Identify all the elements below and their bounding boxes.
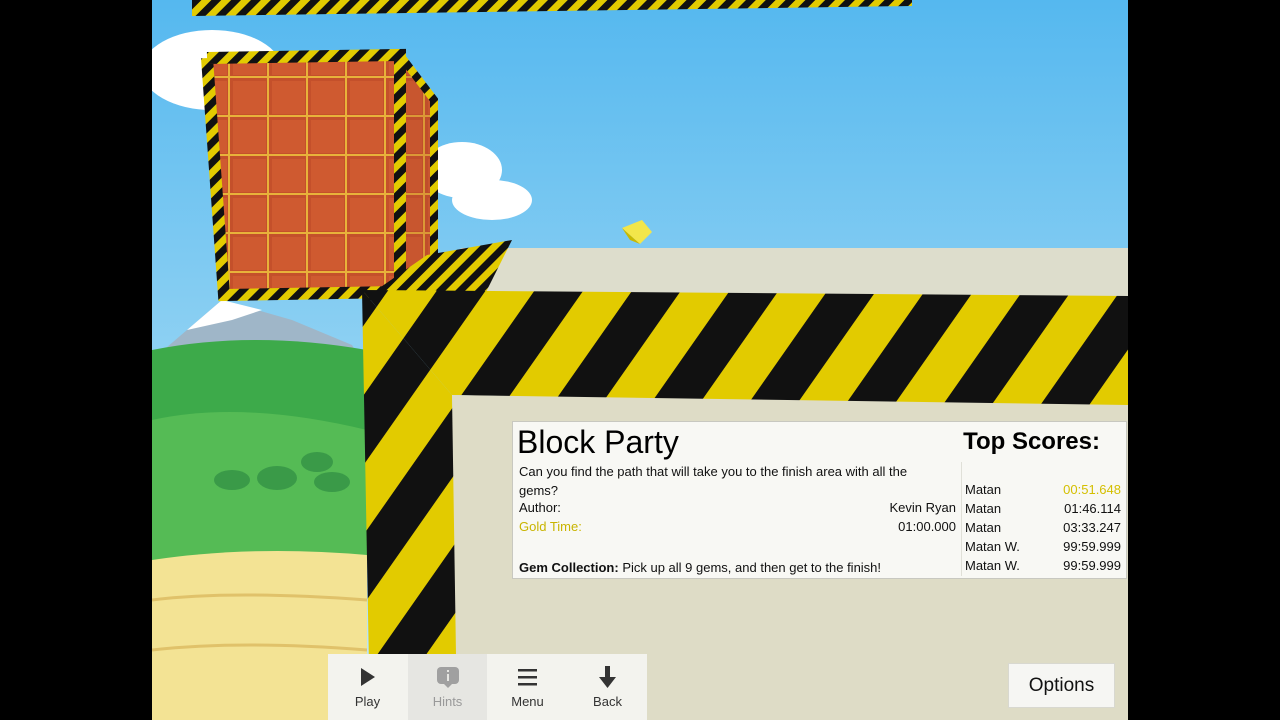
game-viewport	[152, 0, 1128, 720]
gold-time-value: 01:00.000	[898, 519, 956, 534]
brick-block	[201, 48, 438, 302]
menu-button[interactable]: Menu	[488, 654, 567, 720]
gold-time-label: Gold Time:	[519, 519, 582, 534]
level-description: Can you find the path that will take you…	[519, 464, 908, 498]
menu-label: Menu	[511, 694, 544, 709]
score-row: Matan 00:51.648	[965, 482, 1121, 501]
score-row: Matan 01:46.114	[965, 501, 1121, 520]
author-name: Kevin Ryan	[889, 500, 956, 515]
score-time: 99:59.999	[1063, 558, 1121, 573]
author-row: Author: Kevin Ryan	[519, 500, 956, 515]
level-title: Block Party	[517, 424, 679, 460]
back-button[interactable]: Back	[568, 654, 647, 720]
gem-collection-row: Gem Collection: Pick up all 9 gems, and …	[519, 560, 881, 575]
score-row: Matan 03:33.247	[965, 520, 1121, 539]
score-name: Matan W.	[965, 558, 1020, 573]
bottom-toolbar: Play Hints Menu Back	[328, 654, 647, 720]
score-name: Matan	[965, 501, 1002, 516]
top-scores-title: Top Scores:	[963, 428, 1100, 455]
score-name: Matan	[965, 520, 1002, 535]
play-icon	[361, 668, 375, 686]
score-time: 03:33.247	[1063, 520, 1121, 535]
gem-collection-text: Pick up all 9 gems, and then get to the …	[622, 560, 882, 575]
score-row: Matan W. 99:59.999	[965, 558, 1121, 577]
gem-collection-label: Gem Collection:	[519, 560, 619, 575]
menu-icon	[518, 669, 537, 686]
back-label: Back	[593, 694, 622, 709]
hints-button[interactable]: Hints	[408, 654, 487, 720]
level-info-panel: Block Party Can you find the path that w…	[512, 421, 1127, 579]
author-label: Author:	[519, 500, 561, 515]
back-arrow-icon	[599, 666, 616, 688]
divider	[961, 462, 962, 576]
score-time: 00:51.648	[1063, 482, 1121, 497]
score-row: Matan W. 99:59.999	[965, 539, 1121, 558]
score-time: 01:46.114	[1064, 501, 1121, 516]
play-button[interactable]: Play	[328, 654, 407, 720]
score-name: Matan W.	[965, 539, 1020, 554]
hints-label: Hints	[432, 694, 463, 709]
info-icon	[437, 667, 459, 688]
game-scene	[152, 0, 1128, 720]
score-time: 99:59.999	[1063, 539, 1121, 554]
play-label: Play	[354, 694, 381, 709]
options-button[interactable]: Options	[1008, 663, 1115, 708]
score-name: Matan	[965, 482, 1002, 497]
gold-time-row: Gold Time: 01:00.000	[519, 519, 956, 534]
